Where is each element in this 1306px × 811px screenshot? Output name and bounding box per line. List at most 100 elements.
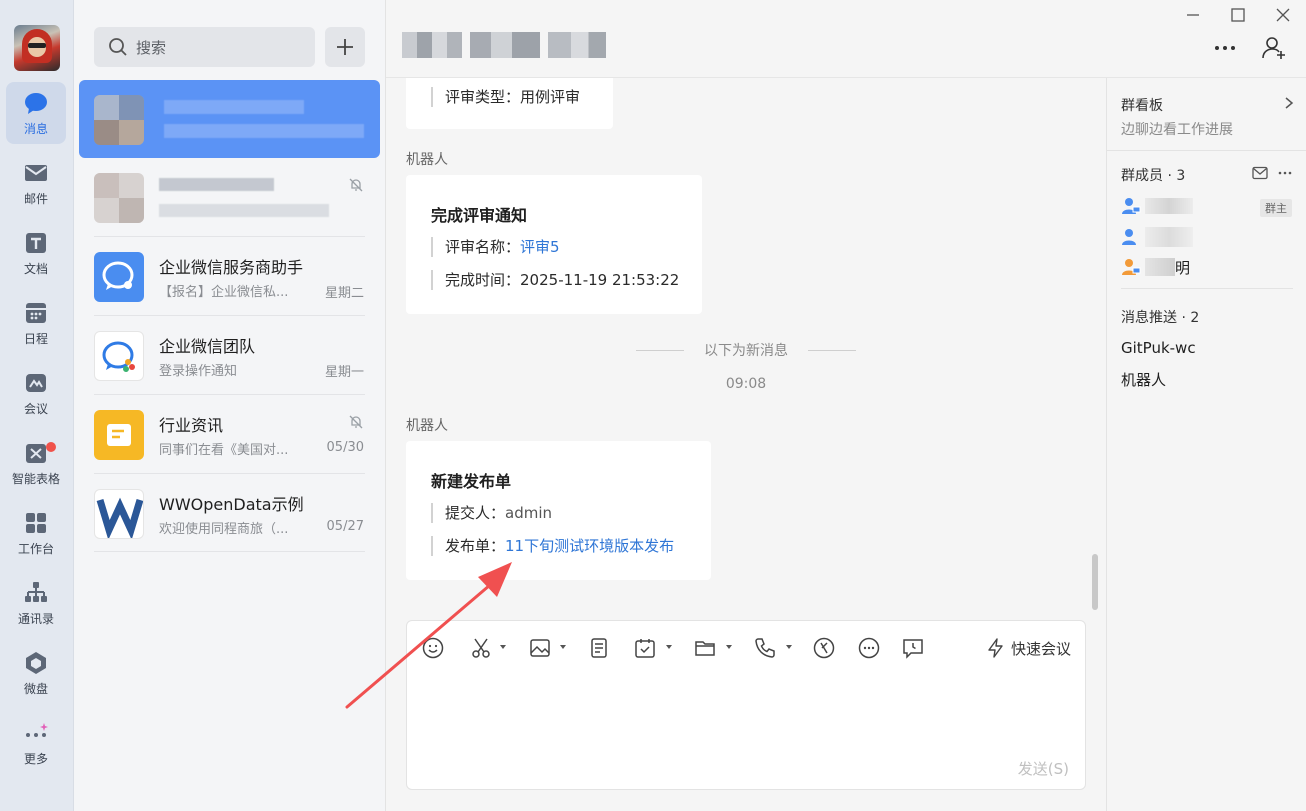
drive-icon [26,651,46,674]
redacted-name [164,100,304,114]
conversation-item[interactable] [79,80,380,158]
nav-mail[interactable]: 邮件 [6,152,66,214]
push-title: 消息推送 · 2 [1121,310,1200,326]
new-messages-divider: 以下为新消息 [636,340,856,360]
redacted-preview [164,124,364,138]
release-link[interactable]: 11下旬测试环境版本发布 [505,537,674,555]
card-title: 完成评审通知 [431,206,528,225]
mute-bell-icon [349,178,363,192]
phone-icon[interactable] [753,636,777,660]
member-name-fragment: 明 [1175,258,1191,277]
w-logo-icon [96,497,143,538]
push-item-robot[interactable]: 机器人 [1121,369,1166,390]
card-row: 发布单：11下旬测试环境版本发布 [431,536,674,556]
message-composer[interactable]: 快速会议 发送(S) [406,620,1086,790]
card-row: 完成时间：2025-11-19 21:53:22 [431,270,679,290]
maximize-icon[interactable] [1229,6,1247,24]
more-tools-icon[interactable] [857,636,881,660]
service-helper-avatar [94,252,144,302]
conversation-item[interactable] [79,158,380,236]
redacted-member-name [1145,258,1175,276]
redacted-member-name [1145,227,1193,247]
members-title: 群成员 · 3 [1121,168,1186,184]
folder-icon[interactable] [693,636,717,660]
add-button[interactable] [325,27,365,67]
plus-icon [337,39,353,55]
unread-dot [46,442,56,452]
chevron-down-icon[interactable] [726,645,732,649]
nav-meeting[interactable]: 会议 [6,362,66,424]
nav-contacts[interactable]: 通讯录 [6,572,66,634]
user-icon [1122,229,1136,245]
review-link[interactable]: 评审5 [520,238,560,256]
schedule-icon[interactable] [633,636,657,660]
nav-messages[interactable]: 消息 [6,82,66,144]
quick-meeting-button[interactable]: 快速会议 [985,637,1071,659]
image-icon[interactable] [528,636,552,660]
chevron-right-icon[interactable] [1284,96,1294,110]
mail-icon[interactable] [1252,166,1268,180]
redacted-name [159,178,274,191]
live-icon[interactable] [812,636,836,660]
member-item[interactable] [1121,226,1193,248]
more-options-icon[interactable] [1212,38,1238,58]
mail-icon [25,164,47,181]
redacted-member-name [1145,198,1193,214]
minimize-icon[interactable] [1184,6,1202,24]
member-item[interactable] [1121,195,1193,217]
nav-more[interactable]: 更多 [6,712,66,774]
conversation-item[interactable]: 企业微信服务商助手 【报名】企业微信私... 星期二 [79,237,380,315]
nav-drive[interactable]: 微盘 [6,642,66,704]
group-board-title[interactable]: 群看板 [1121,95,1163,115]
calendar-icon [26,302,46,323]
screenshot-scissors-icon[interactable] [469,636,493,660]
wecom-logo-icon [102,341,135,372]
card-row: 评审名称：评审5 [431,237,560,257]
mute-bell-icon [349,415,363,429]
doc-icon [26,232,46,253]
card-row: 提交人：admin [431,503,552,523]
review-complete-card[interactable]: 完成评审通知 评审名称：评审5 完成时间：2025-11-19 21:53:22 [406,175,702,314]
search-input[interactable]: 搜索 [94,27,315,67]
chevron-down-icon[interactable] [786,645,792,649]
wwopendata-avatar [94,489,144,539]
more-icon[interactable] [1277,166,1293,180]
send-button[interactable]: 发送(S) [1018,758,1069,779]
document-icon[interactable] [587,636,611,660]
member-item[interactable]: 明 [1121,256,1190,278]
chat-area: 评审类型：用例评审 机器人 完成评审通知 评审名称：评审5 完成时间：2025-… [386,78,1106,811]
add-member-icon[interactable] [1261,35,1287,61]
card-title: 新建发布单 [431,472,512,491]
emoji-icon[interactable] [421,636,445,660]
group-avatar [94,173,144,223]
conversation-list: 搜索 企业微信服务商助手 【报名】企业微信私... 星期二 企业微信团队 登录操… [74,0,386,811]
close-icon[interactable] [1274,6,1292,24]
redacted-preview [159,204,329,217]
nav-smart-sheet[interactable]: 智能表格 [6,432,66,494]
owner-badge: 群主 [1260,199,1292,217]
conversation-item[interactable]: WWOpenData示例 欢迎使用同程商旅（... 05/27 [79,474,380,552]
my-avatar[interactable] [14,25,60,71]
industry-news-avatar [94,410,144,460]
chevron-down-icon[interactable] [500,645,506,649]
message-timestamp: 09:08 [725,376,767,392]
chat-scrollbar[interactable] [1092,554,1098,610]
nav-rail: 消息 邮件 文档 日程 会议 智能表格 工作台 通讯录 微盘 更多 [0,0,74,811]
card-row: 评审类型：用例评审 [431,87,580,107]
sender-name: 机器人 [406,152,448,168]
nav-docs[interactable]: 文档 [6,222,66,284]
history-chat-icon[interactable] [901,636,925,660]
nav-workbench[interactable]: 工作台 [6,502,66,564]
contacts-icon [25,581,47,602]
chevron-down-icon[interactable] [560,645,566,649]
chat-header [386,0,1306,78]
wecom-team-avatar [94,331,144,381]
push-item-gitpuk[interactable]: GitPuk-wc [1121,339,1196,357]
group-avatar [94,95,144,145]
chevron-down-icon[interactable] [666,645,672,649]
conversation-item[interactable]: 行业资讯 同事们在看《美国对... 05/30 [79,395,380,473]
user-pc-icon [1122,198,1141,214]
conversation-item[interactable]: 企业微信团队 登录操作通知 星期一 [79,316,380,394]
nav-calendar[interactable]: 日程 [6,292,66,354]
new-release-card[interactable]: 新建发布单 提交人：admin 发布单：11下旬测试环境版本发布 [406,441,711,580]
